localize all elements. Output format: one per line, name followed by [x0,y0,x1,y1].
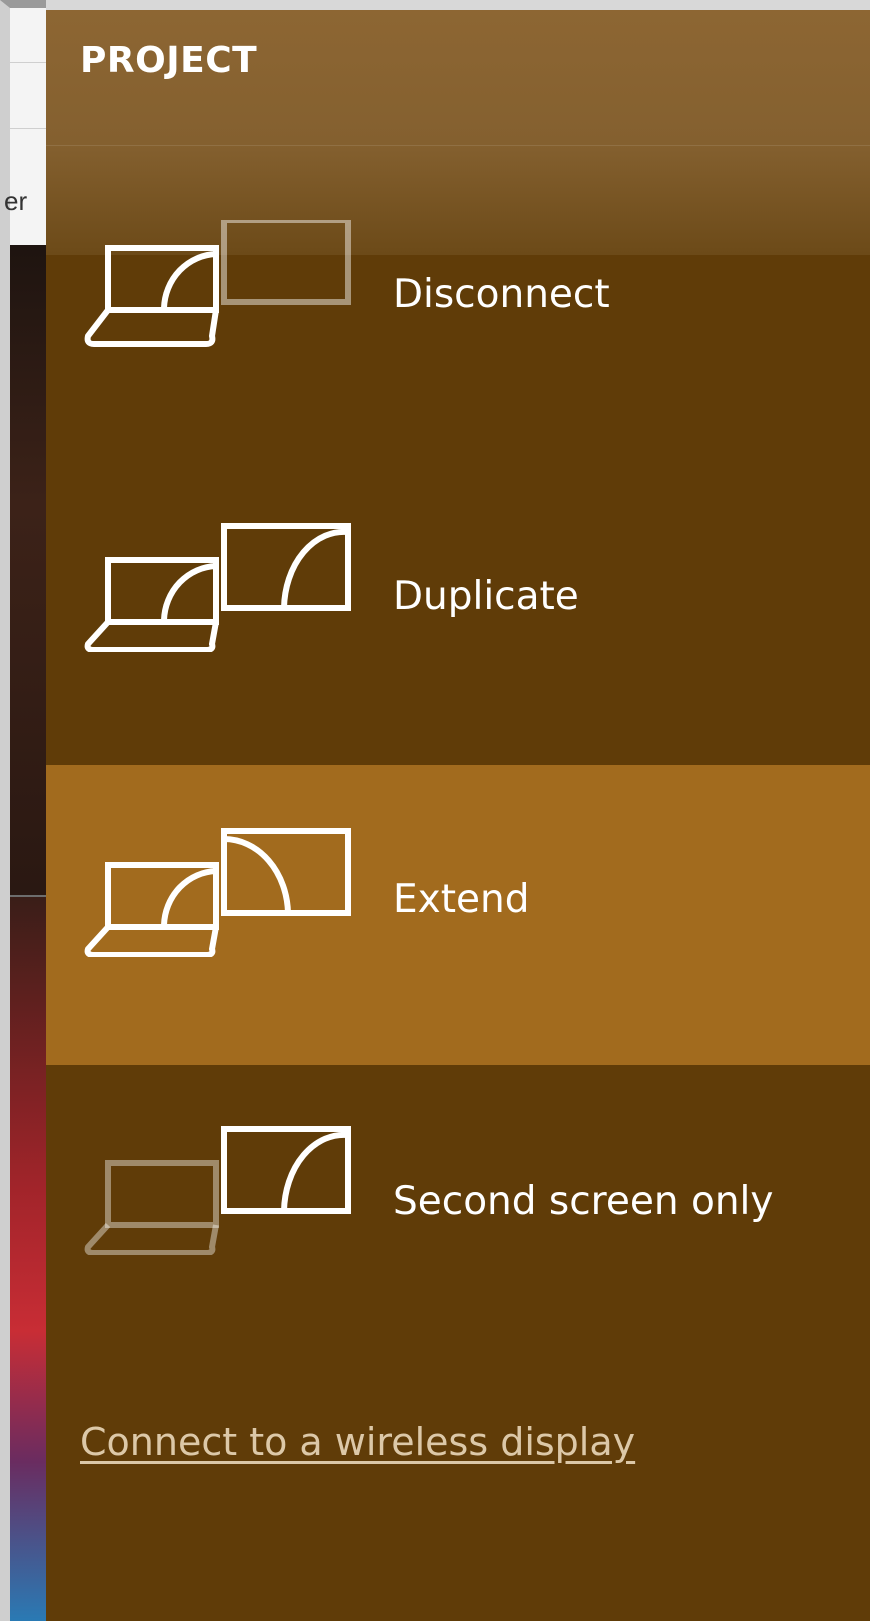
disconnect-icon [84,220,351,347]
background-window-edge [0,245,10,1621]
project-flyout: PROJECT Disconnect Duplicate Extend Seco… [46,10,870,1621]
background-divider [10,128,46,129]
flyout-title: PROJECT [80,40,258,81]
duplicate-label: Duplicate [393,574,579,619]
second-screen-only-icon [84,1126,351,1255]
background-image-area [10,245,46,895]
background-image-area [10,897,46,1621]
duplicate-icon [84,523,351,652]
background-window: er [0,0,46,1621]
second-screen-only-option[interactable]: Second screen only [46,1065,870,1365]
extend-icon [84,828,351,957]
extend-label: Extend [393,877,530,922]
connect-wireless-display-link[interactable]: Connect to a wireless display [80,1420,635,1464]
duplicate-option[interactable]: Duplicate [46,460,870,760]
extend-option[interactable]: Extend [46,765,870,1065]
disconnect-option[interactable]: Disconnect [46,140,870,440]
background-partial-text: er [4,186,28,216]
second-screen-only-label: Second screen only [393,1179,774,1224]
disconnect-label: Disconnect [393,272,610,317]
background-divider [10,62,46,63]
